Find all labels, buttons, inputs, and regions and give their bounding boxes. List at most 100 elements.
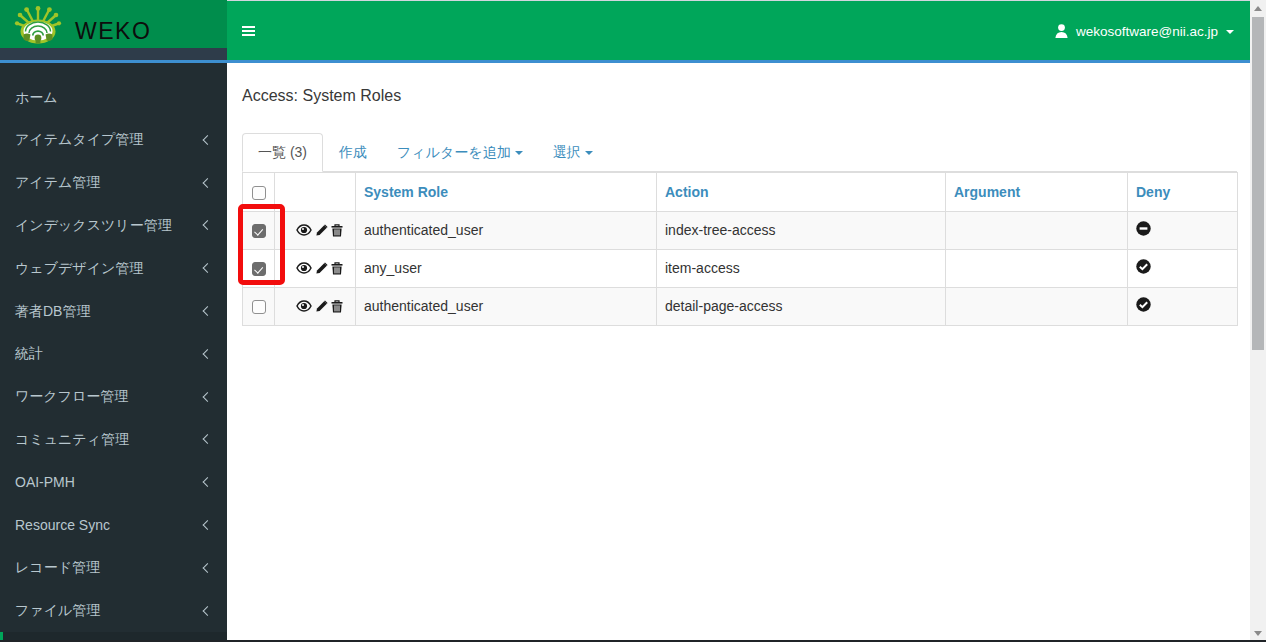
tab-create[interactable]: 作成 bbox=[325, 134, 381, 171]
brand-logo[interactable]: WEKO bbox=[0, 0, 227, 48]
cell-deny bbox=[1128, 287, 1238, 325]
sidebar-item-oaipmh[interactable]: OAI-PMH bbox=[0, 461, 227, 504]
sidebar-item-home[interactable]: ホーム bbox=[0, 76, 227, 119]
edit-button[interactable] bbox=[315, 262, 328, 275]
col-system-role[interactable]: System Role bbox=[356, 172, 657, 211]
cell-row-actions bbox=[275, 249, 356, 287]
delete-button[interactable] bbox=[331, 224, 343, 237]
chevron-left-icon bbox=[203, 263, 213, 273]
logo-sub-strip bbox=[0, 48, 227, 60]
cell-action: detail-page-access bbox=[657, 287, 946, 325]
main-content: Access: System Roles 一覧 (3) 作成 フィルターを追加 … bbox=[227, 63, 1250, 642]
sidebar-item-authordb[interactable]: 著者DB管理 bbox=[0, 290, 227, 333]
cell-system-role: authenticated_user bbox=[356, 287, 657, 325]
chevron-left-icon bbox=[203, 178, 213, 188]
sidebar-toggle-button[interactable] bbox=[242, 26, 255, 38]
cell-system-role: any_user bbox=[356, 249, 657, 287]
chevron-left-icon bbox=[203, 392, 213, 402]
cell-row-actions bbox=[275, 287, 356, 325]
tab-add-filter[interactable]: フィルターを追加 bbox=[383, 134, 537, 171]
chevron-left-icon bbox=[203, 135, 213, 145]
arrow-down-icon bbox=[1254, 631, 1262, 636]
arrow-up-icon bbox=[1254, 6, 1262, 11]
eye-icon bbox=[296, 224, 312, 236]
row-actions bbox=[283, 300, 347, 313]
sidebar-item-community[interactable]: コミュニティ管理 bbox=[0, 418, 227, 461]
chevron-left-icon bbox=[203, 563, 213, 573]
cell-action: item-access bbox=[657, 249, 946, 287]
view-button[interactable] bbox=[296, 224, 312, 236]
tab-list[interactable]: 一覧 (3) bbox=[242, 133, 323, 172]
sidebar-item-resourcesync[interactable]: Resource Sync bbox=[0, 504, 227, 547]
chevron-left-icon bbox=[203, 220, 213, 230]
hamburger-bar bbox=[242, 30, 255, 32]
cell-deny bbox=[1128, 249, 1238, 287]
eye-icon bbox=[296, 300, 312, 312]
scrollbar-thumb[interactable] bbox=[1252, 17, 1264, 350]
view-button[interactable] bbox=[296, 300, 312, 312]
chevron-left-icon bbox=[203, 349, 213, 359]
chevron-left-icon bbox=[203, 434, 213, 444]
table-header-row: System Role Action Argument Deny bbox=[243, 172, 1238, 211]
sidebar-menu: ホーム アイテムタイプ管理 アイテム管理 インデックスツリー管理 ウェブデザイン… bbox=[0, 63, 227, 642]
cell-argument bbox=[946, 211, 1128, 249]
row-actions bbox=[283, 224, 347, 237]
col-action[interactable]: Action bbox=[657, 172, 946, 211]
delete-button[interactable] bbox=[331, 262, 343, 275]
trash-icon bbox=[331, 224, 343, 237]
check-circle-icon bbox=[1136, 259, 1151, 277]
sidebar: ホーム アイテムタイプ管理 アイテム管理 インデックスツリー管理 ウェブデザイン… bbox=[0, 63, 227, 642]
sidebar-item-itemtype[interactable]: アイテムタイプ管理 bbox=[0, 118, 227, 161]
cell-row-actions bbox=[275, 211, 356, 249]
tab-select[interactable]: 選択 bbox=[539, 134, 607, 171]
select-all-checkbox[interactable] bbox=[252, 186, 266, 200]
delete-button[interactable] bbox=[331, 300, 343, 313]
sidebar-item-records[interactable]: レコード管理 bbox=[0, 546, 227, 589]
sidebar-item-workflow[interactable]: ワークフロー管理 bbox=[0, 375, 227, 418]
top-navbar: wekosoftware@nii.ac.jp bbox=[227, 0, 1250, 60]
sidebar-item-items[interactable]: アイテム管理 bbox=[0, 161, 227, 204]
cell-select bbox=[243, 287, 275, 325]
hamburger-icon bbox=[242, 26, 255, 28]
caret-down-icon bbox=[1226, 30, 1234, 34]
col-deny[interactable]: Deny bbox=[1128, 172, 1238, 211]
page-title: Access: System Roles bbox=[242, 86, 1250, 106]
eye-icon bbox=[296, 262, 312, 274]
sidebar-item-webdesign[interactable]: ウェブデザイン管理 bbox=[0, 247, 227, 290]
view-button[interactable] bbox=[296, 262, 312, 274]
sidebar-item-statistics[interactable]: 統計 bbox=[0, 332, 227, 375]
cell-action: index-tree-access bbox=[657, 211, 946, 249]
header-cell-select bbox=[243, 172, 275, 211]
weko-admin-window: WEKO wekosoftware@nii.ac.jp ホーム アイテムタイプ管… bbox=[0, 0, 1266, 642]
weko-crown-icon bbox=[14, 6, 62, 44]
caret-down-icon bbox=[585, 151, 593, 155]
cell-deny bbox=[1128, 211, 1238, 249]
system-roles-table: System Role Action Argument Deny bbox=[242, 172, 1238, 326]
user-account-menu[interactable]: wekosoftware@nii.ac.jp bbox=[1055, 1, 1234, 61]
row-checkbox[interactable] bbox=[252, 300, 266, 314]
cell-select bbox=[243, 249, 275, 287]
sidebar-item-indextree[interactable]: インデックスツリー管理 bbox=[0, 204, 227, 247]
cell-argument bbox=[946, 287, 1128, 325]
chevron-left-icon bbox=[203, 520, 213, 530]
scroll-up-button[interactable] bbox=[1250, 0, 1266, 17]
row-checkbox[interactable] bbox=[252, 224, 266, 238]
chevron-left-icon bbox=[203, 306, 213, 316]
chevron-left-icon bbox=[203, 606, 213, 616]
col-actions bbox=[275, 172, 356, 211]
user-email: wekosoftware@nii.ac.jp bbox=[1076, 24, 1218, 39]
row-actions bbox=[283, 262, 347, 275]
col-argument[interactable]: Argument bbox=[946, 172, 1128, 211]
row-checkbox[interactable] bbox=[252, 262, 266, 276]
edit-button[interactable] bbox=[315, 300, 328, 313]
trash-icon bbox=[331, 300, 343, 313]
table-row: any_user item-access bbox=[243, 249, 1238, 287]
edit-button[interactable] bbox=[315, 224, 328, 237]
cell-select bbox=[243, 211, 275, 249]
sidebar-item-files[interactable]: ファイル管理 bbox=[0, 589, 227, 632]
vertical-scrollbar[interactable] bbox=[1250, 0, 1266, 642]
trash-icon bbox=[331, 262, 343, 275]
pencil-icon bbox=[315, 224, 328, 237]
user-icon bbox=[1055, 24, 1068, 38]
chevron-left-icon bbox=[203, 477, 213, 487]
